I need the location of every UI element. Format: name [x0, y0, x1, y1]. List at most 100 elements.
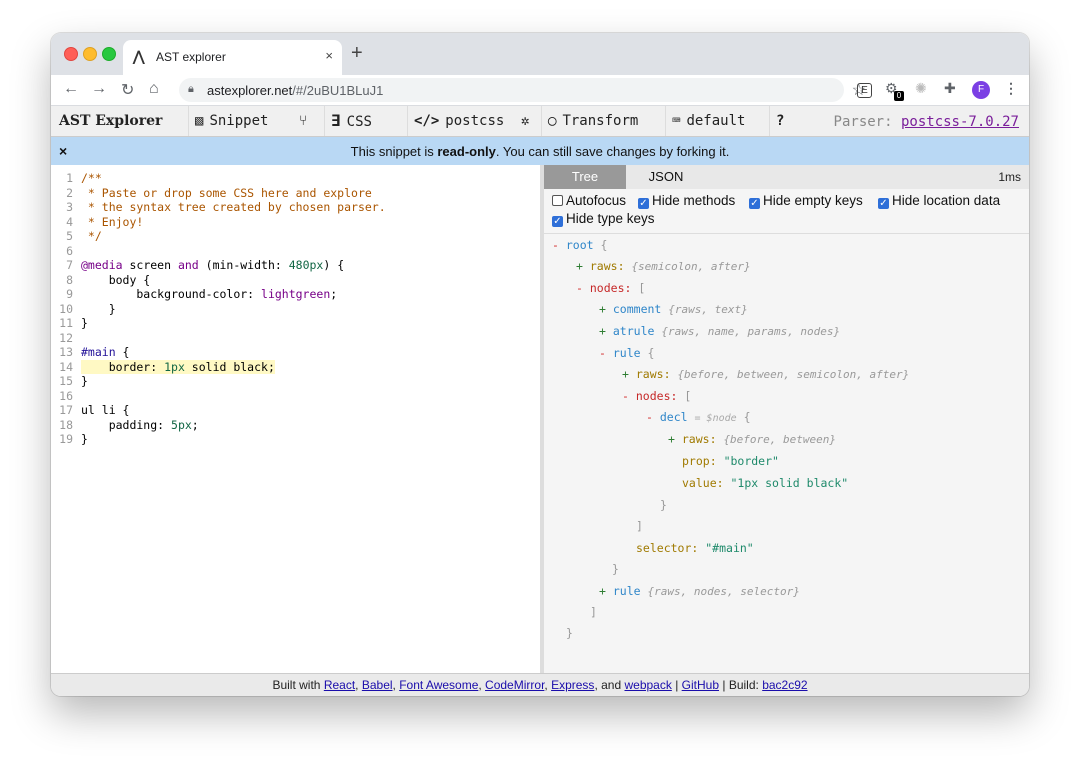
checkbox-hide-location-data[interactable]: ✓: [878, 198, 889, 209]
tree-node-root-raws[interactable]: + raws: {semicolon, after}: [576, 258, 751, 274]
footer: Built with React, Babel, Font Awesome, C…: [51, 673, 1029, 696]
url-input[interactable]: 🔒︎ astexplorer.net/#/2uBU1BLuJ1 ☆: [179, 78, 866, 102]
language-menu[interactable]: ∃ CSS: [324, 106, 378, 136]
code-text: padding: 5px;: [81, 417, 199, 432]
code-line[interactable]: 1 /**: [51, 171, 540, 186]
node-key: raws:: [681, 432, 717, 446]
footer-link-codemirror[interactable]: CodeMirror: [485, 678, 544, 692]
parser-info: Parser: postcss-7.0.27: [834, 114, 1019, 130]
closing-brace: }: [612, 562, 619, 576]
banner-text-2: . You can still save changes by forking …: [495, 144, 730, 159]
url-path: /#/2uBU1BLuJ1: [292, 83, 384, 98]
tree-node-rule-2[interactable]: + rule {raws, nodes, selector}: [599, 583, 800, 599]
code-line[interactable]: 12: [51, 331, 540, 346]
browser-tab[interactable]: ⋀ AST explorer ×: [123, 40, 342, 75]
footer-link-webpack[interactable]: webpack: [624, 678, 671, 692]
fork-button[interactable]: ⑂: [293, 106, 313, 136]
maximize-window-button[interactable]: [102, 47, 116, 61]
tree-node-rule-raws[interactable]: + raws: {before, between, semicolon, aft…: [622, 366, 909, 382]
keymap-menu[interactable]: ⌨ default: [665, 106, 751, 136]
footer-link-express[interactable]: Express: [551, 678, 594, 692]
checkbox-hide-empty-keys[interactable]: ✓: [749, 198, 760, 209]
tree-node-rule[interactable]: - rule {: [599, 345, 654, 361]
code-line[interactable]: 13 #main {: [51, 345, 540, 360]
help-button[interactable]: ?: [769, 106, 790, 136]
tab-tree[interactable]: Tree: [544, 165, 626, 189]
reload-icon[interactable]: ↻: [121, 80, 134, 100]
code-line[interactable]: 7 @media screen and (min-width: 480px) {: [51, 258, 540, 273]
puzzle-icon[interactable]: ✚: [944, 80, 956, 97]
code-line[interactable]: 5 */: [51, 229, 540, 244]
code-line[interactable]: 6: [51, 244, 540, 259]
collapse-icon: -: [646, 410, 653, 424]
node-type: atrule: [612, 324, 655, 338]
footer-link-babel[interactable]: Babel: [362, 678, 393, 692]
code-editor[interactable]: 1/** 2 * Paste or drop some CSS here and …: [51, 165, 544, 673]
tab-close-icon[interactable]: ×: [325, 48, 333, 63]
close-window-button[interactable]: [64, 47, 78, 61]
option-label: Hide type keys: [566, 211, 655, 226]
option-autofocus[interactable]: Autofocus: [552, 193, 626, 208]
node-value: "#main": [705, 541, 754, 555]
code-line[interactable]: 2 * Paste or drop some CSS here and expl…: [51, 186, 540, 201]
tree-node-comment[interactable]: + comment {raws, text}: [599, 301, 748, 317]
parser-settings-button[interactable]: ✲: [515, 106, 535, 136]
footer-link-github[interactable]: GitHub: [682, 678, 719, 692]
code-line[interactable]: 3 * the syntax tree created by chosen pa…: [51, 200, 540, 215]
option-hide-location-data[interactable]: ✓ Hide location data: [878, 193, 1000, 209]
code-line[interactable]: 10 }: [51, 302, 540, 317]
tab-json[interactable]: JSON: [626, 165, 706, 189]
tree-node-root[interactable]: - root {: [552, 237, 607, 253]
code-line[interactable]: 18 padding: 5px;: [51, 418, 540, 433]
extension-circle-icon[interactable]: ✺: [915, 80, 927, 97]
tree-node-rule-nodes[interactable]: - nodes: [: [622, 388, 691, 404]
checkbox-autofocus[interactable]: [552, 195, 563, 206]
browser-window: ⋀ AST explorer × + ← → ↻ ⌂ 🔒︎ astexplore…: [51, 33, 1029, 696]
node-summary: {before, between}: [723, 433, 837, 446]
code-line[interactable]: 16: [51, 389, 540, 404]
forward-icon[interactable]: →: [91, 80, 107, 98]
snippet-menu[interactable]: ▧ Snippet: [188, 106, 274, 136]
code-line[interactable]: 14 border: 1px solid black;: [51, 359, 540, 375]
profile-avatar[interactable]: F: [972, 81, 990, 99]
code-text: background-color: lightgreen;: [81, 287, 338, 301]
footer-link-build[interactable]: bac2c92: [762, 678, 807, 692]
tree-node-nodes[interactable]: - nodes: [: [576, 280, 645, 296]
code-line[interactable]: 19}: [51, 432, 540, 447]
code-line[interactable]: 15}: [51, 374, 540, 389]
tree-node-decl[interactable]: - decl = $node {: [646, 409, 751, 425]
option-hide-empty-keys[interactable]: ✓ Hide empty keys: [749, 193, 863, 209]
transform-toggle[interactable]: ◯ Transform: [541, 106, 644, 136]
keyboard-icon: ⌨: [672, 113, 681, 129]
option-label: Autofocus: [566, 193, 627, 208]
code-line[interactable]: 17 ul li {: [51, 403, 540, 418]
code-line[interactable]: 4 * Enjoy!: [51, 215, 540, 230]
option-hide-type-keys[interactable]: ✓ Hide type keys: [552, 211, 655, 227]
parser-menu[interactable]: </> postcss: [407, 106, 510, 136]
code-line[interactable]: 9 background-color: lightgreen;: [51, 287, 540, 302]
checkbox-hide-methods[interactable]: ✓: [638, 198, 649, 209]
bracket: [: [684, 389, 692, 403]
minimize-window-button[interactable]: [83, 47, 97, 61]
checkbox-hide-type-keys[interactable]: ✓: [552, 216, 563, 227]
code-text: ul li {: [81, 403, 130, 417]
back-icon[interactable]: ←: [63, 80, 79, 98]
new-tab-button[interactable]: +: [351, 42, 363, 65]
code-line[interactable]: 11}: [51, 316, 540, 331]
app-toolbar: AST Explorer ▧ Snippet ⑂ ∃ CSS </> postcss …: [51, 106, 1029, 137]
expand-icon: +: [576, 259, 583, 273]
parser-version-link[interactable]: postcss-7.0.27: [901, 114, 1019, 130]
tree-node-atrule[interactable]: + atrule {raws, name, params, nodes}: [599, 323, 840, 339]
code-text: body {: [81, 272, 151, 287]
extension-e-icon[interactable]: E: [857, 83, 872, 98]
home-icon[interactable]: ⌂: [149, 80, 159, 98]
tree-node-decl-raws[interactable]: + raws: {before, between}: [668, 431, 836, 447]
closing-brace: }: [660, 498, 667, 512]
footer-link-font-awesome[interactable]: Font Awesome: [399, 678, 478, 692]
code-text: }: [81, 316, 88, 330]
option-hide-methods[interactable]: ✓ Hide methods: [638, 193, 735, 209]
footer-link-react[interactable]: React: [324, 678, 355, 692]
more-icon[interactable]: ⋮: [1004, 80, 1018, 97]
brace: {: [600, 238, 608, 252]
code-line[interactable]: 8 body {: [51, 273, 540, 288]
